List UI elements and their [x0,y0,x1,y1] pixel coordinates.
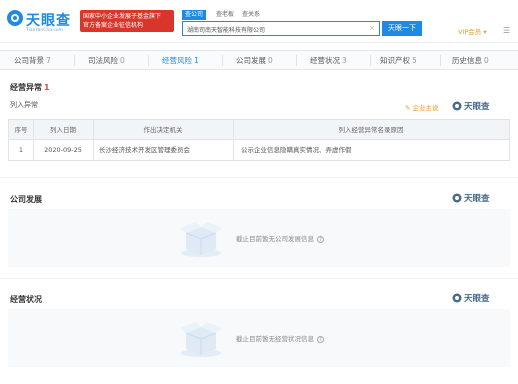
watermark-eye-icon [452,293,462,303]
abnormal-subtitle: 列入异常 [10,101,38,109]
logo-eye-icon [7,10,23,26]
tab-label: 司法风险 [88,56,118,65]
tab-count: 1 [194,56,199,65]
tianyancha-watermark: 天眼查 [452,100,504,112]
watermark-eye-icon [452,193,462,203]
tab-operating-status[interactable]: 经营状况 3 [310,55,347,66]
owner-says-link[interactable]: ✎ 企业主说 [405,102,439,112]
watermark-eye-icon [452,101,462,111]
owner-says-label: 企业主说 [412,104,439,112]
empty-text: 截止目前暂无经营状况信息 [236,335,314,343]
top-header: 天眼查 TianYanCha.com 国家中小企业发展子基金旗下 官方备案企业征… [0,0,518,43]
tab-count: 0 [120,56,125,65]
vip-member-link[interactable]: VIP会员 ▾ [458,26,487,36]
tab-label: 知识产权 [380,56,410,65]
logo-subtext: TianYanCha.com [26,28,64,33]
tab-count: 3 [342,56,347,65]
help-icon[interactable]: ? [317,236,324,243]
tab-count: 0 [484,56,489,65]
search-button[interactable]: 天眼一下 [382,21,422,36]
tab-label: 经营风险 [162,56,192,65]
section-divider [0,177,518,178]
tab-divider [296,55,297,66]
tab-intellectual-property[interactable]: 知识产权 5 [380,55,417,66]
tab-operating-risk[interactable]: 经营风险 1 [162,55,199,66]
watermark-text: 天眼查 [464,294,490,304]
tab-divider [74,55,75,66]
column-header-authority: 作出决定机关 [143,126,183,134]
development-section-title: 公司发展 [10,195,42,204]
watermark-text: 天眼查 [464,194,490,204]
tab-history-info[interactable]: 历史信息 0 [452,55,489,66]
search-input[interactable]: 湖南司南天智能科技有限公司 × [182,21,380,36]
section-divider [0,278,518,279]
company-section-tabs: 公司背景 7 司法风险 0 经营风险 1 公司发展 0 经营状况 3 知识产权 5 历史信息… [0,50,518,70]
column-header-reason: 列入经营异常名录原因 [338,126,404,134]
search-tab-relation[interactable]: 查关系 [242,10,260,20]
column-header-date: 列入日期 [50,126,76,134]
tab-company-background[interactable]: 公司背景 7 [14,55,51,66]
tianyancha-logo[interactable]: 天眼查 TianYanCha.com [6,9,76,35]
logo-text: 天眼查 [26,13,71,29]
tab-divider [370,55,371,66]
tianyancha-watermark: 天眼查 [452,292,504,304]
cell-reason: 公示企业信息隐瞒真实情况、弄虚作假 [241,146,352,154]
tab-divider [440,55,441,66]
tab-count: 5 [412,56,417,65]
empty-box-icon [180,322,222,357]
tab-divider [222,55,223,66]
cell-authority: 长沙经济技术开发区管理委员会 [99,146,190,154]
operations-empty-state: 截止目前暂无经营状况信息? [8,309,510,367]
table-header-row: 序号 列入日期 作出决定机关 列入经营异常名录原因 [9,120,509,140]
search-tab-company[interactable]: 查公司 [182,10,207,20]
search-input-value: 湖南司南天智能科技有限公司 [187,27,266,34]
clear-icon[interactable]: × [369,24,375,32]
abnormal-count: 1 [44,83,50,92]
development-empty-state: 截止目前暂无公司发展信息? [8,209,510,267]
abnormal-section-title: 经营异常 1 [10,82,50,93]
column-divider [233,140,234,160]
search-tab-boss[interactable]: 查老板 [216,10,234,20]
tab-count: 0 [268,56,273,65]
cell-index: 1 [18,146,24,154]
table-row: 1 2020-09-25 长沙经济技术开发区管理委员会 公示企业信息隐瞒真实情况… [9,140,509,160]
abnormal-title-text: 经营异常 [10,83,42,92]
empty-text: 截止目前暂无公司发展信息 [236,235,314,243]
owner-says-icon: ✎ [405,104,411,112]
tab-divider [148,55,149,66]
operations-section-title: 经营状况 [10,295,42,304]
abnormal-table: 序号 列入日期 作出决定机关 列入经营异常名录原因 1 2020-09-25 长… [8,119,510,161]
tab-label: 公司背景 [14,56,44,65]
watermark-text: 天眼查 [464,102,490,112]
help-icon[interactable]: ? [317,336,324,343]
tab-judicial-risk[interactable]: 司法风险 0 [88,55,125,66]
empty-box-icon [180,222,222,257]
operations-empty-message: 截止目前暂无经营状况信息? [236,333,324,343]
column-header-index: 序号 [14,126,28,134]
badge-line2: 官方备案企业征信机构 [83,22,144,29]
development-empty-message: 截止目前暂无公司发展信息? [236,233,324,243]
official-badge: 国家中小企业发展子基金旗下 官方备案企业征信机构 [80,10,174,32]
cell-date: 2020-09-25 [44,146,82,154]
vip-label: VIP会员 [458,28,482,36]
column-divider [93,140,94,160]
tab-company-development[interactable]: 公司发展 0 [236,55,273,66]
tab-label: 公司发展 [236,56,266,65]
badge-line1: 国家中小企业发展子基金旗下 [83,13,162,20]
tab-count: 7 [46,56,51,65]
tab-label: 经营状况 [310,56,340,65]
tab-label: 历史信息 [452,56,482,65]
menu-icon[interactable]: ☰ [503,26,510,35]
tianyancha-watermark: 天眼查 [452,192,504,204]
